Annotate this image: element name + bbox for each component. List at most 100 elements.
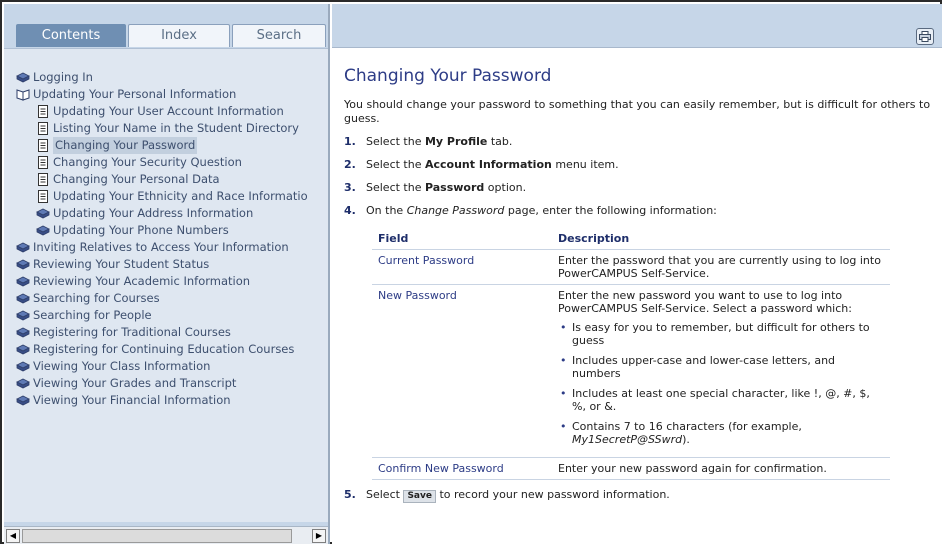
book-closed-icon [16, 309, 30, 323]
table-row: New Password Enter the new password you … [372, 284, 890, 458]
tree-item[interactable]: Searching for Courses [16, 290, 328, 307]
book-closed-icon [16, 394, 30, 408]
column-header-description: Description [552, 227, 890, 250]
step-text: On the Change Password page, enter the f… [366, 204, 717, 217]
tree-item[interactable]: Changing Your Password [16, 137, 328, 154]
list-item: Contains 7 to 16 characters (for example… [558, 420, 884, 446]
book-open-icon [16, 88, 30, 102]
tree-item[interactable]: Viewing Your Financial Information [16, 392, 328, 409]
tab-search[interactable]: Search [232, 24, 326, 47]
tree-item[interactable]: Reviewing Your Academic Information [16, 273, 328, 290]
tree-item[interactable]: Updating Your Phone Numbers [16, 222, 328, 239]
printer-icon [919, 31, 931, 42]
tree-item[interactable]: Viewing Your Class Information [16, 358, 328, 375]
article-title: Changing Your Password [344, 66, 552, 86]
page-icon [36, 139, 50, 153]
tab-bar: Contents Index Search [4, 4, 328, 48]
step-number: 3. [344, 181, 356, 194]
tree-item[interactable]: Searching for People [16, 307, 328, 324]
tree-item-label: Registering for Continuing Education Cou… [33, 342, 295, 356]
step-number: 2. [344, 158, 356, 171]
tree-item-label: Registering for Traditional Courses [33, 325, 231, 339]
step-text: Select the Account Information menu item… [366, 158, 619, 171]
tree-item-label: Reviewing Your Student Status [33, 257, 210, 271]
book-closed-icon [36, 207, 50, 221]
step-3: 3. Select the Password option. [344, 181, 934, 195]
step-number: 5. [344, 488, 356, 501]
help-window: Contents Index Search Logging In Updating… [0, 0, 942, 544]
page-icon [36, 190, 50, 204]
field-description: Enter the password that you are currentl… [552, 249, 890, 285]
tree-item-label: Searching for People [33, 308, 152, 322]
tree-item-label: Updating Your User Account Information [53, 104, 284, 118]
tree-item[interactable]: Updating Your Personal Information [16, 86, 328, 103]
tree-item-label: Changing Your Password [53, 137, 198, 154]
content-pane: Changing Your Password You should change… [332, 4, 942, 544]
save-chip: Save [403, 490, 436, 503]
content-toolbar [332, 4, 942, 48]
step-text: Select the My Profile tab. [366, 135, 513, 148]
tree-item[interactable]: Changing Your Personal Data [16, 171, 328, 188]
tree-item[interactable]: Changing Your Security Question [16, 154, 328, 171]
tree-item[interactable]: Listing Your Name in the Student Directo… [16, 120, 328, 137]
table-header-row: Field Description [372, 227, 890, 250]
book-closed-icon [16, 377, 30, 391]
tree-item-label: Changing Your Personal Data [53, 172, 220, 186]
book-closed-icon [16, 343, 30, 357]
navigation-pane: Contents Index Search Logging In Updating… [4, 4, 330, 544]
contents-tree: Logging In Updating Your Personal Informa… [16, 69, 328, 409]
tree-item[interactable]: Inviting Relatives to Access Your Inform… [16, 239, 328, 256]
tree-item-label: Logging In [33, 70, 93, 84]
step-5: 5. Select Save to record your new passwo… [344, 488, 934, 503]
tree-item-label: Viewing Your Grades and Transcript [33, 376, 237, 390]
tree-item-label: Changing Your Security Question [53, 155, 242, 169]
tab-contents[interactable]: Contents [16, 24, 126, 47]
tree-item-label: Updating Your Address Information [53, 206, 254, 220]
tree-item-label: Reviewing Your Academic Information [33, 274, 251, 288]
book-closed-icon [16, 326, 30, 340]
list-item: Includes upper-case and lower-case lette… [558, 354, 884, 380]
tree-item-label: Updating Your Personal Information [33, 87, 237, 101]
step-text: Select the Password option. [366, 181, 527, 194]
step-number: 1. [344, 135, 356, 148]
tree-item[interactable]: Reviewing Your Student Status [16, 256, 328, 273]
page-icon [36, 122, 50, 136]
book-closed-icon [16, 360, 30, 374]
tree-item[interactable]: Updating Your Ethnicity and Race Informa… [16, 188, 328, 205]
password-rules-list: Is easy for you to remember, but difficu… [558, 321, 884, 446]
tree-item-label: Updating Your Ethnicity and Race Informa… [53, 189, 308, 203]
tree-item[interactable]: Registering for Continuing Education Cou… [16, 341, 328, 358]
tab-index[interactable]: Index [128, 24, 230, 47]
tree-item[interactable]: Registering for Traditional Courses [16, 324, 328, 341]
tree-item-label: Listing Your Name in the Student Directo… [53, 121, 299, 135]
page-icon [36, 156, 50, 170]
book-closed-icon [16, 71, 30, 85]
field-description: Enter the new password you want to use t… [552, 284, 890, 458]
scrollbar-thumb[interactable] [22, 529, 292, 543]
step-2: 2. Select the Account Information menu i… [344, 158, 934, 172]
table-row: Confirm New Password Enter your new pass… [372, 457, 890, 480]
article: Changing Your Password You should change… [344, 66, 934, 512]
tree-item-label: Inviting Relatives to Access Your Inform… [33, 240, 289, 254]
field-name: Current Password [372, 249, 552, 285]
table-row: Current Password Enter the password that… [372, 249, 890, 285]
step-4: 4. On the Change Password page, enter th… [344, 204, 934, 218]
tree-item-label: Viewing Your Financial Information [33, 393, 231, 407]
tree-item-label: Searching for Courses [33, 291, 160, 305]
print-button[interactable] [916, 28, 934, 45]
list-item: Is easy for you to remember, but difficu… [558, 321, 884, 347]
tree-item[interactable]: Viewing Your Grades and Transcript [16, 375, 328, 392]
scroll-right-button[interactable]: ▶ [312, 529, 326, 543]
tree-item-label: Updating Your Phone Numbers [53, 223, 229, 237]
scroll-left-button[interactable]: ◀ [6, 529, 20, 543]
step-1: 1. Select the My Profile tab. [344, 135, 934, 149]
horizontal-scrollbar[interactable]: ◀ ▶ [4, 526, 328, 544]
tree-item[interactable]: Updating Your User Account Information [16, 103, 328, 120]
column-header-field: Field [372, 227, 552, 250]
tree-item-label: Viewing Your Class Information [33, 359, 211, 373]
book-closed-icon [16, 258, 30, 272]
book-closed-icon [36, 224, 50, 238]
field-description: Enter your new password again for confir… [552, 457, 890, 480]
tree-item[interactable]: Logging In [16, 69, 328, 86]
tree-item[interactable]: Updating Your Address Information [16, 205, 328, 222]
